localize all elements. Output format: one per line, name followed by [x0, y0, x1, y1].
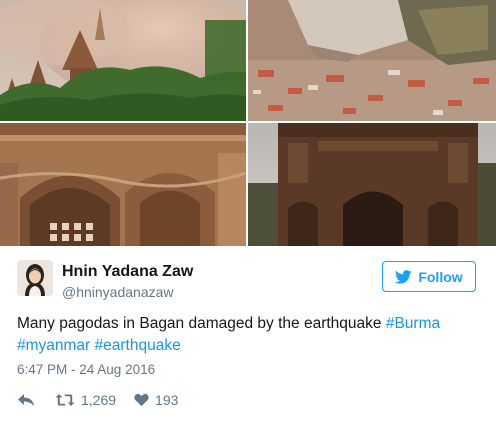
retweet-icon	[55, 394, 75, 406]
reply-arrow-icon	[18, 394, 34, 406]
tweet-header: Hnin Yadana Zaw @hninyadanazaw Follow	[17, 260, 479, 300]
follow-button-label: Follow	[418, 268, 463, 285]
photo-temple-at-dusk[interactable]	[248, 123, 496, 246]
tweet-text: Many pagodas in Bagan damaged by the ear…	[17, 313, 479, 357]
photo-pagoda-dust-cloud[interactable]	[0, 0, 246, 121]
reply-button[interactable]	[17, 393, 35, 407]
profile-photo-icon	[17, 260, 53, 296]
hashtag-myanmar[interactable]: #myanmar	[17, 337, 90, 354]
tweet-timestamp[interactable]: 6:47 PM - 24 Aug 2016	[17, 362, 155, 377]
follow-button[interactable]: Follow	[382, 261, 476, 292]
hashtag-burma[interactable]: #Burma	[386, 315, 440, 332]
photo-temple-facade-closeup[interactable]	[0, 123, 246, 246]
author-names: Hnin Yadana Zaw @hninyadanazaw	[62, 262, 193, 301]
temple-at-dusk-image	[248, 123, 496, 246]
heart-icon	[134, 393, 149, 407]
bird-icon	[395, 269, 412, 284]
author-display-name[interactable]: Hnin Yadana Zaw	[62, 262, 193, 282]
temple-facade-closeup-image	[0, 123, 246, 246]
hashtag-earthquake[interactable]: #earthquake	[95, 337, 181, 354]
retweet-count: 1,269	[81, 392, 117, 408]
author-handle[interactable]: @hninyadanazaw	[62, 283, 193, 301]
tweet-text-plain: Many pagodas in Bagan damaged by the ear…	[17, 315, 386, 332]
collapsed-rubble-image	[248, 0, 496, 121]
tweet-actions: 1,269 193	[17, 390, 178, 410]
photo-grid	[0, 0, 496, 246]
photo-collapsed-rubble[interactable]	[248, 0, 496, 121]
retweet-button[interactable]: 1,269	[55, 392, 116, 408]
pagoda-dust-cloud-image	[0, 0, 246, 121]
like-count: 193	[155, 392, 179, 408]
like-button[interactable]: 193	[134, 392, 178, 408]
author-avatar[interactable]	[17, 260, 53, 296]
